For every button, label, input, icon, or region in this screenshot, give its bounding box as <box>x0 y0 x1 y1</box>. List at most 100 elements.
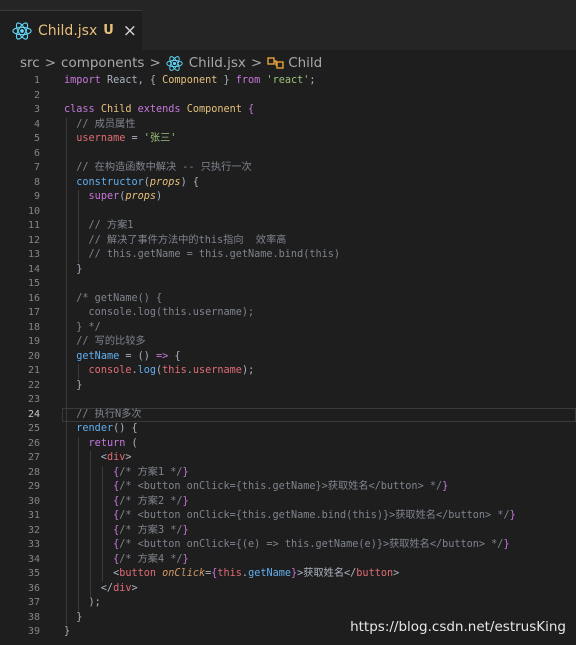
code-text: return ( <box>64 437 138 452</box>
code-editor[interactable]: 1 import React, { Component } from 'react… <box>0 74 576 645</box>
code-text: // 成员属性 <box>64 118 135 133</box>
tab-child-jsx[interactable]: Child.jsx U × <box>0 10 142 50</box>
breadcrumb-item-class[interactable]: Child <box>288 55 322 71</box>
code-line[interactable]: 2 <box>0 89 576 104</box>
code-line[interactable]: 4 // 成员属性 <box>0 118 576 133</box>
code-line[interactable]: 17 console.log(this.username); <box>0 306 576 321</box>
line-number: 20 <box>27 350 40 362</box>
code-line[interactable]: 9 super(props) <box>0 190 576 205</box>
code-line[interactable]: 27 <div> <box>0 451 576 466</box>
code-line[interactable]: 8 constructor(props) { <box>0 176 576 191</box>
code-line[interactable]: 1 import React, { Component } from 'react… <box>0 74 576 89</box>
code-line[interactable]: 12 // 解决了事件方法中的this指向 效率高 <box>0 234 576 249</box>
line-number: 3 <box>33 104 40 115</box>
code-token: button <box>119 568 157 579</box>
line-number: 24 <box>27 408 40 420</box>
line-number: 28 <box>27 466 40 478</box>
code-text: /* getName() { <box>64 292 162 307</box>
code-text: <button onClick={this.getName}>获取姓名</but… <box>64 567 399 582</box>
code-text: // 在构造函数中解决 -- 只执行一次 <box>64 161 251 176</box>
line-number: 37 <box>27 597 40 608</box>
line-number: 26 <box>27 437 40 449</box>
code-token: getName <box>248 568 291 579</box>
code-token: React, { <box>100 75 163 86</box>
code-token: this <box>162 365 187 376</box>
code-line[interactable]: 13 // this.getName = this.getName.bind(t… <box>0 248 576 263</box>
code-text: {/* <button onClick={(e) => this.getName… <box>64 538 510 553</box>
code-token: { <box>248 104 255 115</box>
breadcrumb: src > components > Child.jsx > Child <box>0 50 576 76</box>
code-line[interactable]: 18 } */ <box>0 321 576 336</box>
code-token: ); <box>64 597 101 608</box>
code-line[interactable]: 24 // 执行N多次 <box>0 407 576 423</box>
code-token: constructor <box>76 176 144 188</box>
code-line[interactable]: 23 <box>0 393 576 408</box>
code-line[interactable]: 16 /* getName() { <box>0 292 576 307</box>
line-number: 9 <box>33 191 40 202</box>
code-line[interactable]: 25 render() { <box>0 422 576 437</box>
code-line[interactable]: 30 {/* 方案2 */} <box>0 495 576 510</box>
code-token: = <box>125 133 144 144</box>
code-line[interactable]: 35 <button onClick={this.getName}>获取姓名</… <box>0 567 576 582</box>
code-text: render() { <box>64 422 138 437</box>
line-number: 14 <box>27 263 40 275</box>
code-text: {/* 方案4 */} <box>64 553 189 568</box>
react-icon <box>12 21 32 40</box>
code-text: import React, { Component } from 'react'… <box>64 74 316 89</box>
close-icon[interactable]: × <box>123 21 137 41</box>
code-text: // 写的比较多 <box>64 335 145 350</box>
code-line[interactable]: 37 ); <box>0 596 576 611</box>
code-line[interactable]: 5 username = '张三' <box>0 132 576 147</box>
code-token: } <box>509 510 516 521</box>
code-line[interactable]: 15 <box>0 277 576 292</box>
code-text: getName = () => { <box>64 350 180 365</box>
code-text: class Child extends Component { <box>64 103 254 118</box>
code-line[interactable]: 10 <box>0 205 576 220</box>
code-token: button <box>356 568 394 579</box>
code-line[interactable]: 36 </div> <box>0 582 576 597</box>
line-number: 18 <box>27 321 40 333</box>
code-token: /* getName() { <box>64 292 163 304</box>
code-line[interactable]: 34 {/* 方案4 */} <box>0 553 576 568</box>
code-token: ) <box>156 191 163 202</box>
line-number: 15 <box>27 278 40 289</box>
code-token: </ <box>64 582 114 594</box>
code-token: username <box>76 133 126 144</box>
code-line[interactable]: 14 } <box>0 263 576 278</box>
breadcrumb-item-file[interactable]: Child.jsx <box>189 55 246 71</box>
code-text: } <box>64 625 70 640</box>
code-line[interactable]: 3 class Child extends Component { <box>0 103 576 118</box>
code-token: < <box>64 452 107 463</box>
code-token: () { <box>113 423 138 434</box>
code-line[interactable]: 31 {/* <button onClick={this.getName.bin… <box>0 509 576 524</box>
line-number: 12 <box>27 234 40 246</box>
code-line[interactable]: 32 {/* 方案3 */} <box>0 524 576 539</box>
line-number: 35 <box>27 568 40 579</box>
code-token: console <box>88 365 132 376</box>
code-token: '张三' <box>143 133 177 144</box>
breadcrumb-item-src[interactable]: src <box>20 55 40 71</box>
indent-guide <box>66 117 67 625</box>
code-token: // 执行N多次 <box>64 408 142 420</box>
breadcrumb-item-components[interactable]: components <box>61 55 144 71</box>
title-bar-fragment <box>0 0 576 10</box>
code-line[interactable]: 22 } <box>0 379 576 394</box>
code-line[interactable]: 33 {/* <button onClick={(e) => this.getN… <box>0 538 576 553</box>
code-token: log <box>137 365 157 376</box>
code-line[interactable]: 26 return ( <box>0 437 576 452</box>
code-line[interactable]: 6 <box>0 147 576 162</box>
code-line[interactable]: 7 // 在构造函数中解决 -- 只执行一次 <box>0 161 576 176</box>
code-token: > <box>131 582 138 594</box>
code-line[interactable]: 28 {/* 方案1 */} <box>0 466 576 481</box>
code-line[interactable]: 11 // 方案1 <box>0 219 576 234</box>
code-line[interactable]: 29 {/* <button onClick={this.getName}>获取… <box>0 480 576 495</box>
code-line[interactable]: 21 console.log(this.username); <box>0 364 576 379</box>
code-line[interactable]: 19 // 写的比较多 <box>0 335 576 350</box>
code-line[interactable]: 20 getName = () => { <box>0 350 576 365</box>
code-text: <div> <box>64 451 132 466</box>
indent-guide <box>102 465 103 582</box>
